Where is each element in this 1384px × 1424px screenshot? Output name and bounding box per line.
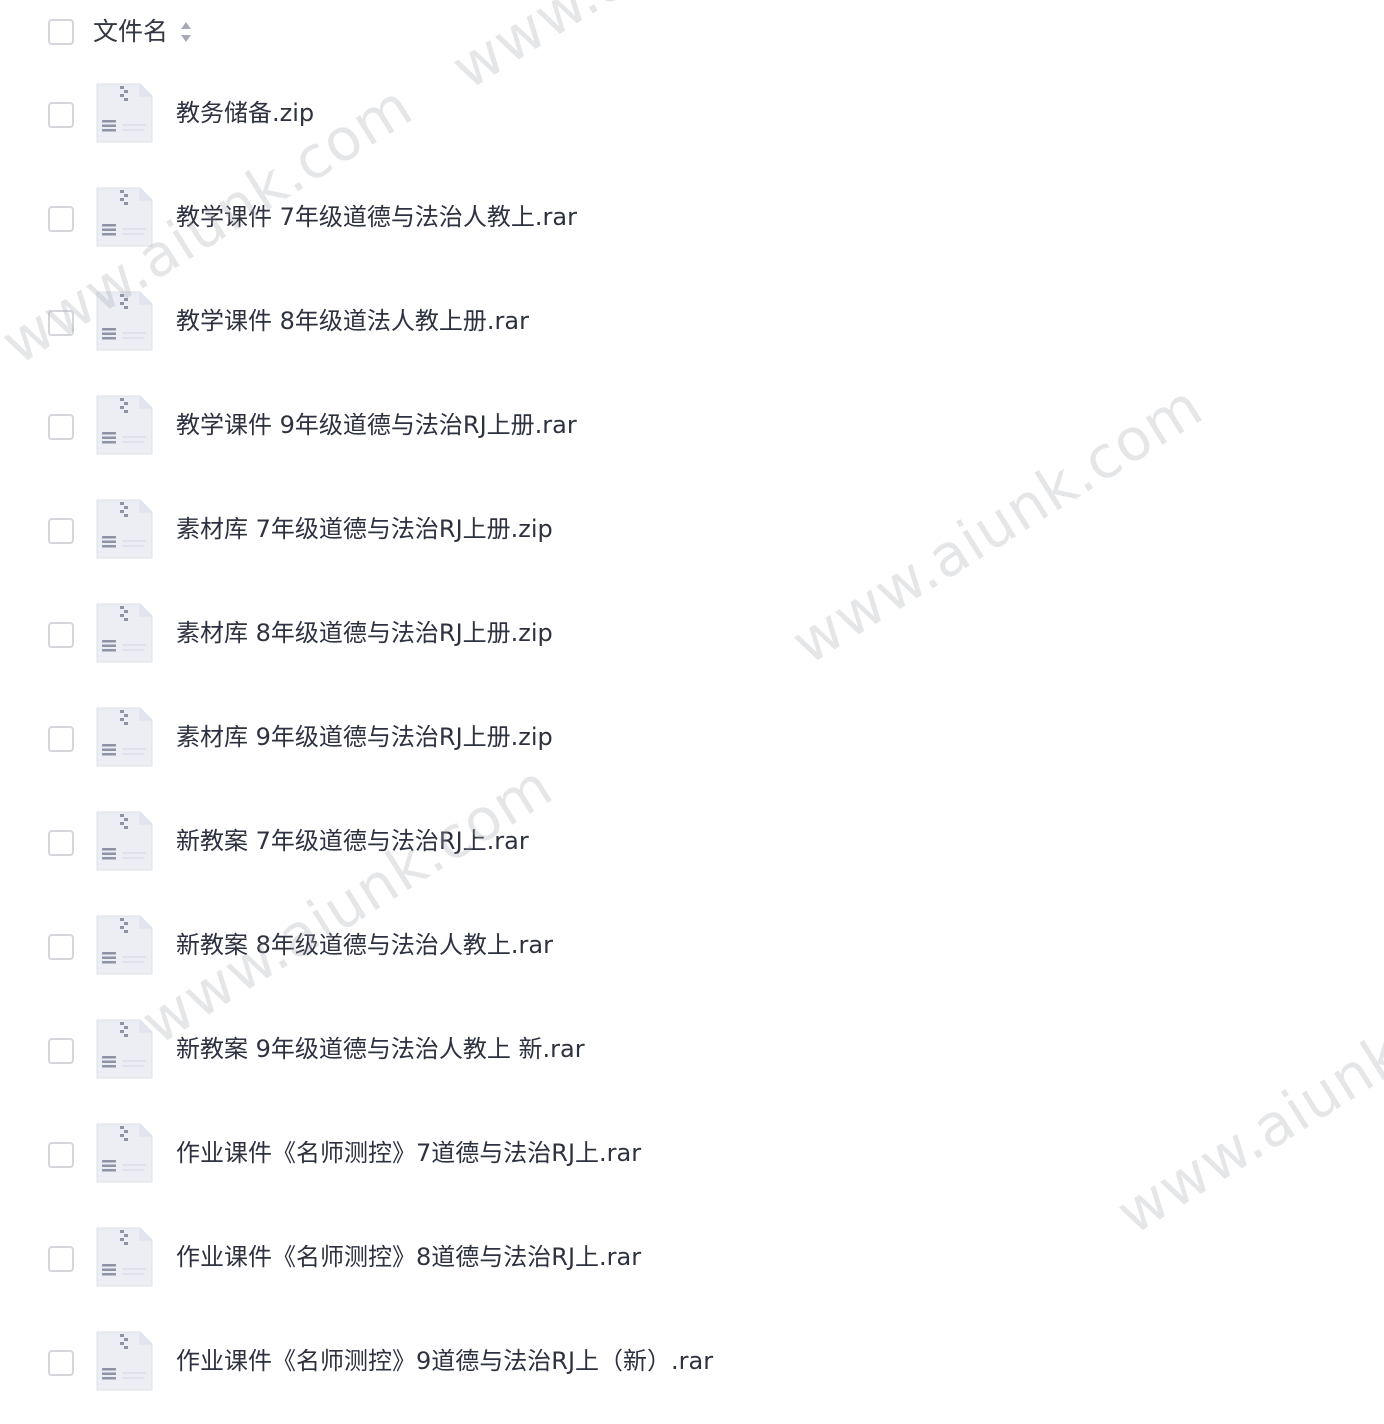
- zip-archive-icon: [94, 602, 154, 664]
- zip-archive-icon: [94, 914, 154, 976]
- file-row[interactable]: 作业课件《名师测控》7道德与法治RJ上.rar: [0, 1112, 1384, 1216]
- zip-archive-icon: [94, 498, 154, 560]
- zip-archive-icon: [94, 1330, 154, 1392]
- filename-column-label: 文件名: [93, 17, 169, 46]
- file-name[interactable]: 新教案 8年级道德与法治人教上.rar: [176, 927, 553, 963]
- file-row[interactable]: 教务储备.zip: [0, 72, 1384, 176]
- file-select-checkbox[interactable]: [48, 1038, 74, 1064]
- file-row[interactable]: 教学课件 9年级道德与法治RJ上册.rar: [0, 384, 1384, 488]
- file-select-checkbox[interactable]: [48, 1142, 74, 1168]
- file-select-checkbox[interactable]: [48, 518, 74, 544]
- file-row[interactable]: 新教案 7年级道德与法治RJ上.rar: [0, 800, 1384, 904]
- file-select-checkbox[interactable]: [48, 830, 74, 856]
- file-select-checkbox[interactable]: [48, 1350, 74, 1376]
- zip-archive-icon: [94, 186, 154, 248]
- zip-archive-icon: [94, 394, 154, 456]
- file-select-checkbox[interactable]: [48, 1246, 74, 1272]
- file-select-checkbox[interactable]: [48, 206, 74, 232]
- zip-archive-icon: [94, 706, 154, 768]
- file-name[interactable]: 新教案 7年级道德与法治RJ上.rar: [176, 823, 529, 859]
- file-row[interactable]: 教学课件 7年级道德与法治人教上.rar: [0, 176, 1384, 280]
- file-row[interactable]: 素材库 8年级道德与法治RJ上册.zip: [0, 592, 1384, 696]
- file-name[interactable]: 新教案 9年级道德与法治人教上 新.rar: [176, 1031, 585, 1067]
- file-name[interactable]: 教学课件 8年级道法人教上册.rar: [176, 303, 529, 339]
- file-name[interactable]: 素材库 8年级道德与法治RJ上册.zip: [176, 615, 553, 651]
- file-row[interactable]: 教学课件 8年级道法人教上册.rar: [0, 280, 1384, 384]
- file-row[interactable]: 素材库 7年级道德与法治RJ上册.zip: [0, 488, 1384, 592]
- file-select-checkbox[interactable]: [48, 726, 74, 752]
- file-name[interactable]: 教务储备.zip: [176, 95, 314, 131]
- file-row[interactable]: 新教案 8年级道德与法治人教上.rar: [0, 904, 1384, 1008]
- file-select-checkbox[interactable]: [48, 310, 74, 336]
- file-name[interactable]: 教学课件 9年级道德与法治RJ上册.rar: [176, 407, 577, 443]
- zip-archive-icon: [94, 1122, 154, 1184]
- file-select-checkbox[interactable]: [48, 934, 74, 960]
- select-all-checkbox[interactable]: [48, 19, 74, 45]
- file-row[interactable]: 素材库 9年级道德与法治RJ上册.zip: [0, 696, 1384, 800]
- file-name[interactable]: 素材库 7年级道德与法治RJ上册.zip: [176, 511, 553, 547]
- file-name[interactable]: 作业课件《名师测控》7道德与法治RJ上.rar: [176, 1135, 641, 1171]
- file-name[interactable]: 教学课件 7年级道德与法治人教上.rar: [176, 199, 577, 235]
- file-row[interactable]: 作业课件《名师测控》9道德与法治RJ上（新）.rar: [0, 1320, 1384, 1424]
- file-select-checkbox[interactable]: [48, 622, 74, 648]
- file-row[interactable]: 作业课件《名师测控》8道德与法治RJ上.rar: [0, 1216, 1384, 1320]
- file-row[interactable]: 新教案 9年级道德与法治人教上 新.rar: [0, 1008, 1384, 1112]
- zip-archive-icon: [94, 82, 154, 144]
- zip-archive-icon: [94, 1226, 154, 1288]
- sort-icon[interactable]: [178, 19, 194, 45]
- file-name[interactable]: 作业课件《名师测控》9道德与法治RJ上（新）.rar: [176, 1343, 713, 1379]
- zip-archive-icon: [94, 810, 154, 872]
- file-list-header: 文件名: [0, 0, 1384, 66]
- zip-archive-icon: [94, 1018, 154, 1080]
- file-select-checkbox[interactable]: [48, 102, 74, 128]
- zip-archive-icon: [94, 290, 154, 352]
- file-name[interactable]: 素材库 9年级道德与法治RJ上册.zip: [176, 719, 553, 755]
- file-name[interactable]: 作业课件《名师测控》8道德与法治RJ上.rar: [176, 1239, 641, 1275]
- file-select-checkbox[interactable]: [48, 414, 74, 440]
